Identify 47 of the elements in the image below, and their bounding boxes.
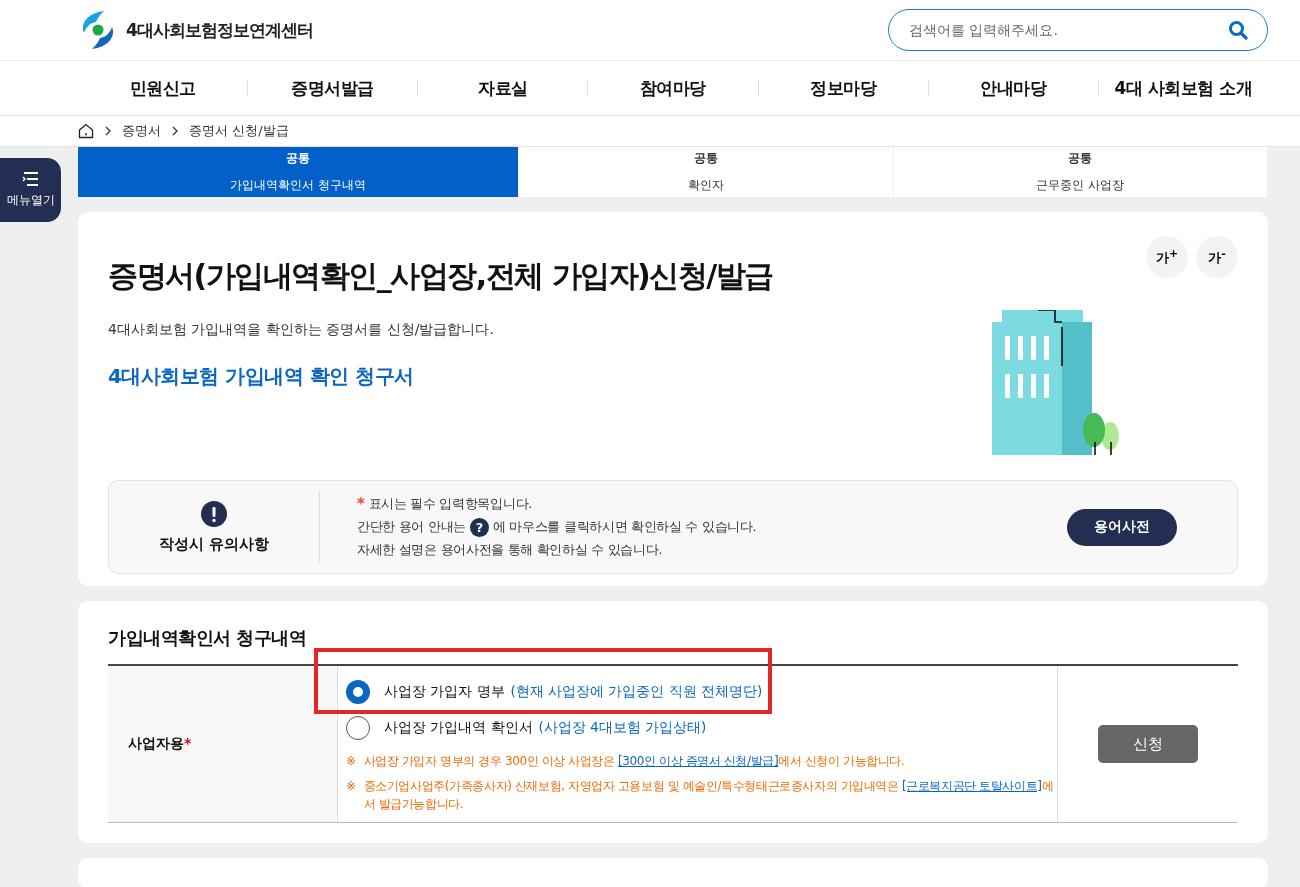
note-link[interactable]: [300인 이상 증명서 신청/발급]	[618, 754, 779, 769]
option-detail: (현재 사업장에 가입중인 직원 전체명단)	[510, 683, 763, 702]
nav-menu-item[interactable]: 참여마당	[588, 76, 758, 100]
notice-text: 간단한 용어 안내는	[357, 519, 466, 537]
row-label: 사업자용*	[128, 735, 192, 754]
form-link[interactable]: 4대사회보험 가입내역 확인 청구서	[108, 364, 414, 389]
font-size-button[interactable]: 가$^{-}$	[1196, 236, 1238, 279]
option-label[interactable]: 사업장 가입자 명부	[384, 683, 505, 702]
nav-menu-item[interactable]: 정보마당	[758, 76, 928, 100]
section-title: 가입내역확인서 청구내역	[108, 626, 308, 651]
note-link[interactable]: [근로복지공단 토탈사이트]	[902, 778, 1042, 793]
exclamation-icon	[201, 500, 227, 527]
breadcrumb-link[interactable]: 증명서	[122, 122, 161, 140]
nav-menu-item[interactable]: 4대 사회보험 소개	[1098, 76, 1268, 100]
breadcrumb-link[interactable]: 증명서 신청/발급	[189, 122, 289, 140]
notice-text: 자세한 설명은 용어사전을 통해 확인하실 수 있습니다.	[357, 542, 663, 560]
nav-menu-item[interactable]: 자료실	[418, 76, 588, 100]
note-mark: ※	[346, 753, 356, 771]
chevron-icon	[171, 126, 179, 136]
menu-open-button[interactable]: 메뉴열기	[0, 158, 61, 222]
font-size-button[interactable]: 가$^{+}$	[1146, 236, 1188, 279]
home-icon[interactable]	[78, 123, 94, 139]
option-detail: (사업장 4대보험 가입상태)	[538, 719, 707, 738]
nav-menu-item[interactable]: 안내마당	[928, 76, 1098, 100]
note-mark: ※	[346, 777, 356, 795]
help-icon[interactable]: ?	[469, 518, 489, 538]
nav-menu-item[interactable]: 증명서발급	[248, 76, 418, 100]
notice-text: 표시는 필수 입력항목입니다.	[368, 495, 532, 513]
search-icon[interactable]	[1228, 20, 1248, 40]
notice-heading: 작성시 유의사항	[158, 534, 270, 554]
glossary-button[interactable]: 용어사전	[1067, 508, 1177, 546]
nav-menu-item[interactable]: 민원신고	[78, 76, 248, 100]
page-title: 증명서(가입내역확인_사업장,전체 가입자)신청/발급	[108, 257, 773, 296]
option-label[interactable]: 사업장 가입내역 확인서	[384, 719, 533, 738]
menu-icon	[21, 171, 40, 187]
apply-button[interactable]: 신청	[1098, 725, 1198, 764]
radio-button[interactable]	[346, 716, 370, 741]
radio-button[interactable]	[346, 680, 370, 705]
page-description: 4대사회보험 가입내역을 확인하는 증명서를 신청/발급합니다.	[108, 321, 495, 340]
site-logo-text[interactable]: 4대사회보험정보연계센터	[126, 18, 313, 42]
chevron-icon	[104, 126, 112, 136]
notice-text: 에 마우스를 클릭하시면 확인하실 수 있습니다.	[492, 519, 757, 537]
note-text: 중소기업사업주(가족종사자) 산재보험, 자영업자 고용보험 및 예술인/특수형태근로종사자의 가입내역은 [근로복지공단 토탈사이트]에서 발급가능합니다.	[363, 777, 1054, 814]
search-field[interactable]: 검색어를 입력해주세요.	[888, 9, 1268, 51]
note-text: 사업장 가입자 명부의 경우 300인 이상 사업장은 [300인 이상 증명서 신청/발급]에서 신청이 가능합니다.	[363, 753, 905, 771]
tab[interactable]: 공통 가입내역확인서 청구내역	[78, 147, 519, 198]
required-mark: *	[357, 495, 365, 514]
